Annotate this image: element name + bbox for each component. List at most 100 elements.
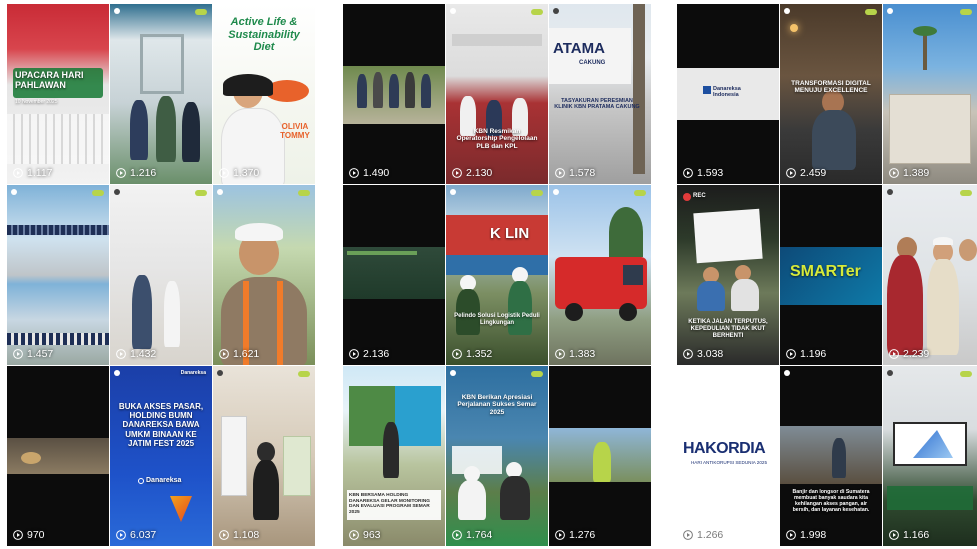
video-tile[interactable]: KBN Berikan Apresiasi Perjalanan Sukses … (446, 366, 548, 546)
brand-logo (450, 8, 456, 14)
building-sign-sub: CAKUNG (579, 60, 606, 66)
view-count: 1.266 (683, 529, 723, 541)
brand-logo (553, 8, 559, 14)
video-tile[interactable]: Active Life & Sustainability Diet OLIVIA… (213, 4, 315, 184)
brand-name: Danareksa (146, 477, 182, 484)
tile-caption: HAKORDIA (683, 440, 766, 457)
video-tile[interactable]: 1.457 (7, 185, 109, 365)
view-count: 6.037 (116, 529, 156, 541)
video-tile[interactable]: REC KETIKA JALAN TERPUTUS, KEPEDULIAN TI… (677, 185, 779, 365)
play-icon (555, 530, 565, 540)
rec-indicator: REC (693, 193, 706, 199)
play-icon (786, 349, 796, 359)
tile-caption: KBN BERSAMA HOLDING DANAREKSA GELAR MONI… (349, 493, 431, 515)
brand-logo (887, 189, 893, 195)
video-tile[interactable]: 2.136 (343, 185, 445, 365)
view-count: 1.117 (13, 167, 53, 179)
video-tile[interactable]: KBN Resmikan Operatorship Pengelolaan PL… (446, 4, 548, 184)
view-count: 1.998 (786, 529, 826, 541)
view-count: 1.352 (452, 348, 492, 360)
tile-caption: KBN Resmikan Operatorship Pengelolaan PL… (456, 128, 538, 150)
brand-logo (114, 370, 120, 376)
video-tile[interactable]: ATAMA CAKUNG TASYAKURAN PERESMIAN KLINIK… (549, 4, 651, 184)
view-count: 1.166 (889, 529, 929, 541)
play-icon (683, 530, 693, 540)
tile-name: OLIVIA TOMMY (280, 122, 310, 141)
building-sign: ATAMA (553, 40, 605, 57)
video-tile[interactable]: 1.490 (343, 4, 445, 184)
play-icon (889, 168, 899, 178)
play-icon (452, 168, 462, 178)
tile-caption: SMARTer (790, 263, 861, 280)
brand-logo (114, 8, 120, 14)
partner-badge (298, 190, 310, 196)
play-icon (13, 349, 23, 359)
view-count: 2.130 (452, 167, 492, 179)
video-tile[interactable]: UPACARA HARI PAHLAWAN 10 November 2025 1… (7, 4, 109, 184)
play-icon (13, 530, 23, 540)
video-tile[interactable]: 1.276 (549, 366, 651, 546)
play-icon (116, 168, 126, 178)
video-tile[interactable]: 1.432 (110, 185, 212, 365)
view-count: 1.621 (219, 348, 259, 360)
play-icon (219, 349, 229, 359)
tile-caption: UPACARA HARI PAHLAWAN (15, 70, 84, 91)
partner-badge (531, 9, 543, 15)
brand-logo (784, 8, 790, 14)
view-count: 3.038 (683, 348, 723, 360)
video-grid-2: 1.490 KBN Resmikan Operatorship Pengelol… (343, 4, 651, 546)
video-tile[interactable]: 1.108 (213, 366, 315, 546)
partner-badge (634, 190, 646, 196)
view-count: 1.432 (116, 348, 156, 360)
brand-name: Danareksa (180, 370, 206, 376)
partner-badge (92, 190, 104, 196)
play-icon (219, 530, 229, 540)
video-tile[interactable]: 2.239 (883, 185, 977, 365)
brand-logo (887, 370, 893, 376)
view-count: 1.593 (683, 167, 723, 179)
video-tile[interactable]: 1.389 (883, 4, 977, 184)
video-tile[interactable]: SMARTer 1.196 (780, 185, 882, 365)
partner-badge (960, 190, 972, 196)
video-tile[interactable]: 1.216 (110, 4, 212, 184)
video-tile[interactable]: HAKORDIA HARI ANTIKORUPSI SEDUNIA 2025 1… (677, 366, 779, 546)
tile-subcaption: 10 November 2025 (15, 99, 58, 105)
video-tile[interactable]: K LIN Pelindo Solusi Logistik Peduli Lin… (446, 185, 548, 365)
brand-logo (784, 370, 790, 376)
brand-logo (450, 189, 456, 195)
brand-logo (450, 370, 456, 376)
brand-logo (11, 189, 17, 195)
view-count: 1.370 (219, 167, 259, 179)
tile-subcaption: HARI ANTIKORUPSI SEDUNIA 2025 (690, 460, 768, 465)
play-icon (683, 168, 693, 178)
video-tile[interactable]: 970 (7, 366, 109, 546)
tile-caption: BUKA AKSES PASAR, HOLDING BUMN DANAREKSA… (118, 402, 204, 448)
view-count: 2.239 (889, 348, 929, 360)
play-icon (786, 530, 796, 540)
brand-logo (217, 189, 223, 195)
video-tile[interactable]: Banjir dan longsor di Sumatera membuat b… (780, 366, 882, 546)
video-tile[interactable]: Danareksa Indonesia 1.593 (677, 4, 779, 184)
video-tile[interactable]: 1.166 (883, 366, 977, 546)
video-tile[interactable]: TRANSFORMASI DIGITAL MENUJU EXCELLENCE 2… (780, 4, 882, 184)
video-tile[interactable]: KBN BERSAMA HOLDING DANAREKSA GELAR MONI… (343, 366, 445, 546)
tile-caption: TASYAKURAN PERESMIAN KLINIK KBN PRATAMA … (554, 98, 640, 111)
view-count: 1.578 (555, 167, 595, 179)
play-icon (349, 530, 359, 540)
view-count: 970 (13, 529, 45, 541)
view-count: 963 (349, 529, 381, 541)
play-icon (555, 349, 565, 359)
video-grid-3: Danareksa Indonesia 1.593 TRANSFORMASI D… (677, 4, 977, 546)
view-count: 1.108 (219, 529, 259, 541)
play-icon (13, 168, 23, 178)
brand-logo (217, 370, 223, 376)
play-icon (452, 530, 462, 540)
video-tile[interactable]: Danareksa BUKA AKSES PASAR, HOLDING BUMN… (110, 366, 212, 546)
video-tile[interactable]: 1.383 (549, 185, 651, 365)
video-tile[interactable]: 1.621 (213, 185, 315, 365)
play-icon (555, 168, 565, 178)
partner-badge (195, 9, 207, 15)
partner-badge (531, 371, 543, 377)
view-count: 1.764 (452, 529, 492, 541)
brand-name: Danareksa Indonesia (713, 86, 741, 99)
